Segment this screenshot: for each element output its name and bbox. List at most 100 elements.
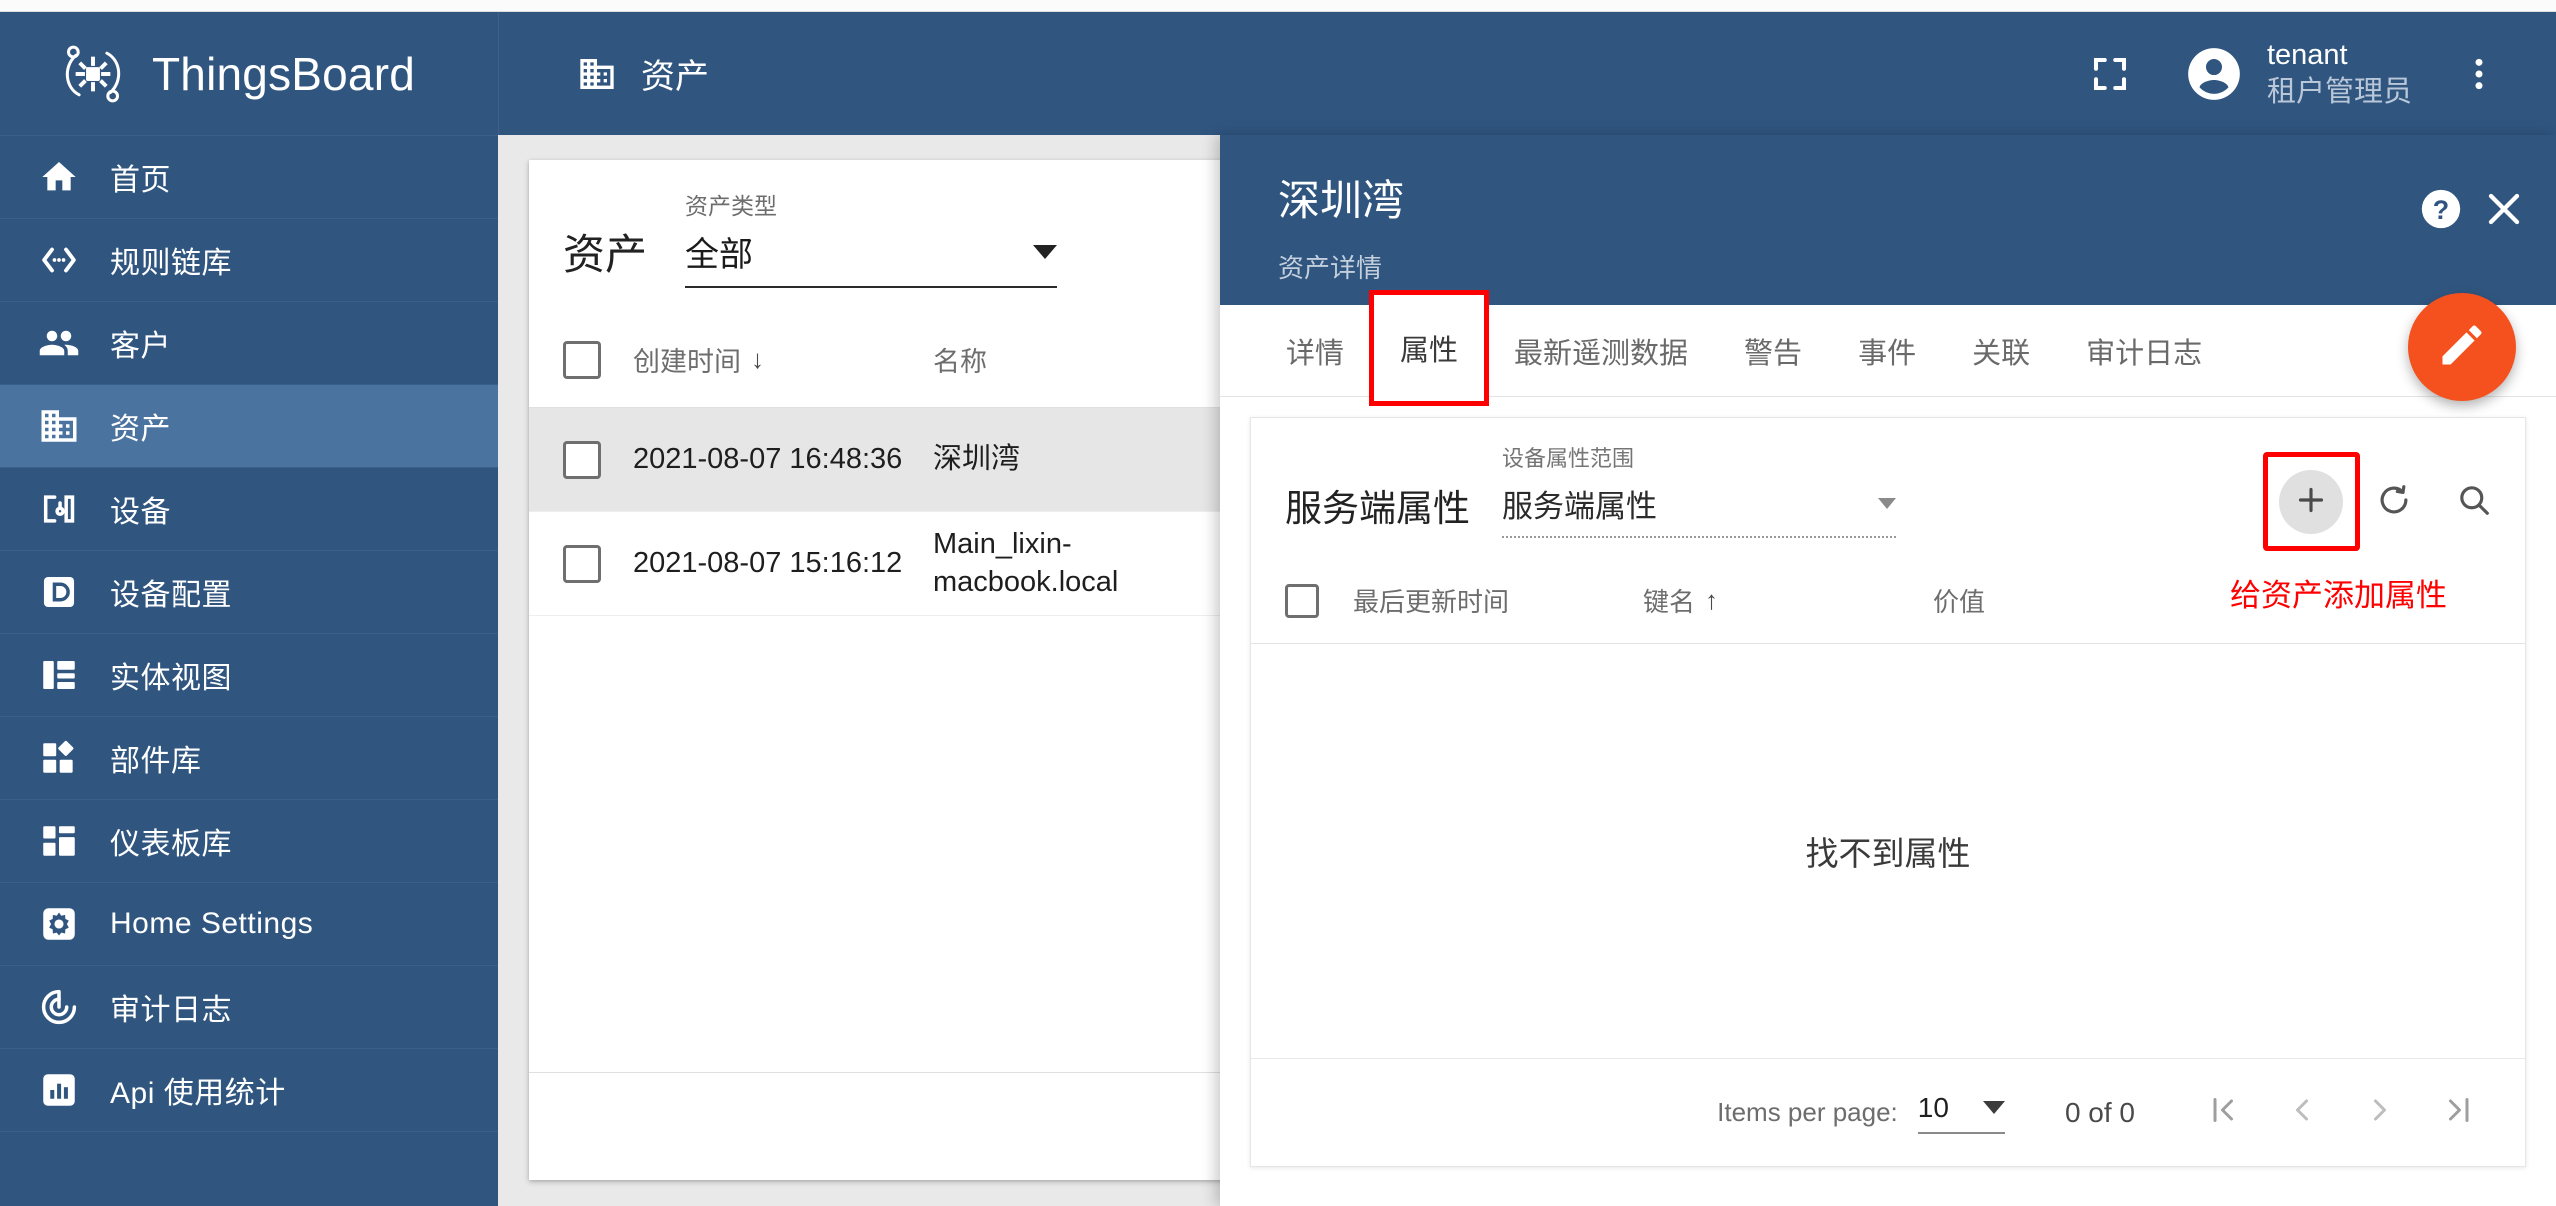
asset-type-filter[interactable]: 资产类型 全部: [685, 187, 1058, 290]
items-per-page-label: Items per page:: [1717, 1097, 1898, 1127]
add-attribute-button[interactable]: [2279, 470, 2343, 534]
tab-alarms[interactable]: 警告: [1716, 305, 1830, 397]
row-created-time: 2021-08-07 15:16:12: [633, 547, 903, 579]
svg-text:?: ?: [2433, 195, 2449, 225]
search-attributes-button[interactable]: [2445, 473, 2503, 531]
asset-list-empty-space: [529, 616, 1239, 1072]
tab-attributes[interactable]: 属性: [1369, 289, 1490, 406]
main-sidebar: ThingsBoard 首页 规则链库 客户 资产 设备 设备配置 实体视图 部…: [0, 12, 498, 1206]
tab-events[interactable]: 事件: [1830, 305, 1944, 397]
sidebar-item-label: 资产: [110, 413, 171, 446]
sidebar-item-device-profiles[interactable]: 设备配置: [0, 551, 498, 634]
page-range-label: 0 of 0: [2064, 1096, 2135, 1128]
top-toolbar: 资产 tenant 租户管理员: [498, 12, 2556, 135]
assets-icon: [575, 52, 619, 96]
row-name: Main_lixin-macbook.local: [933, 528, 1119, 598]
attribute-scope-select[interactable]: 设备属性范围 服务端属性: [1502, 441, 1896, 540]
sidebar-item-label: 仪表板库: [110, 828, 232, 861]
column-header-key[interactable]: 键名 ↑: [1643, 582, 1933, 619]
sidebar-item-customers[interactable]: 客户: [0, 302, 498, 385]
asset-list-card: 资产 资产类型 全部 创建时间 ↓ 名称 2021-08-07 16:48:36…: [529, 160, 1239, 1180]
next-page-icon: [2362, 1092, 2398, 1133]
sidebar-item-entity-views[interactable]: 实体视图: [0, 634, 498, 717]
attribute-scope-field[interactable]: 服务端属性: [1502, 481, 1896, 538]
brand-header[interactable]: ThingsBoard: [0, 12, 498, 135]
tab-details[interactable]: 详情: [1258, 305, 1372, 397]
audit-log-icon: [36, 984, 82, 1030]
sidebar-item-devices[interactable]: 设备: [0, 468, 498, 551]
column-header-value[interactable]: 价值: [1933, 582, 1985, 619]
sidebar-item-label: Api 使用统计: [110, 1077, 286, 1110]
column-header-created-time-label: 创建时间: [633, 347, 741, 377]
api-usage-icon: [36, 1067, 82, 1113]
attributes-empty-state: 找不到属性: [1805, 835, 1971, 872]
attribute-scope-value: 服务端属性: [1502, 489, 1657, 524]
row-checkbox[interactable]: [563, 440, 601, 479]
edit-asset-fab[interactable]: [2408, 293, 2516, 401]
fullscreen-icon[interactable]: [2067, 31, 2153, 117]
page-title: 资产: [575, 49, 709, 98]
sidebar-item-widget-library[interactable]: 部件库: [0, 717, 498, 800]
sidebar-item-label: 客户: [110, 330, 171, 363]
asset-type-filter-field[interactable]: 全部: [685, 227, 1058, 288]
select-all-attributes-checkbox[interactable]: [1285, 583, 1319, 618]
refresh-attributes-button[interactable]: [2365, 473, 2423, 531]
sidebar-item-home-settings[interactable]: Home Settings: [0, 883, 498, 966]
user-role: 租户管理员: [2266, 75, 2412, 108]
user-info: tenant 租户管理员: [2267, 37, 2412, 110]
close-icon[interactable]: [2478, 183, 2530, 235]
next-page-button[interactable]: [2341, 1074, 2419, 1152]
arrow-up-icon: ↑: [1705, 585, 1719, 615]
sidebar-item-api-usage[interactable]: Api 使用统计: [0, 1049, 498, 1132]
tab-latest-telemetry[interactable]: 最新遥测数据: [1486, 305, 1716, 397]
help-circle-icon[interactable]: ?: [2418, 186, 2464, 232]
column-header-key-label: 键名: [1643, 587, 1696, 617]
sidebar-item-label: 实体视图: [110, 662, 232, 695]
thingsboard-logo-icon: [56, 37, 130, 111]
items-per-page-select[interactable]: 10: [1917, 1092, 2005, 1134]
page-title-text: 资产: [641, 58, 709, 96]
table-row[interactable]: 2021-08-07 15:16:12 Main_lixin-macbook.l…: [529, 512, 1239, 616]
chevron-down-icon: [1033, 244, 1058, 259]
asset-type-filter-value: 全部: [685, 236, 754, 274]
first-page-button[interactable]: [2185, 1074, 2263, 1152]
rule-chain-icon: [36, 237, 82, 283]
last-page-button[interactable]: [2419, 1074, 2497, 1152]
window-top-strip: [0, 0, 2556, 12]
devices-icon: [36, 486, 82, 532]
column-header-created-time[interactable]: 创建时间 ↓: [633, 340, 933, 379]
tab-relations[interactable]: 关联: [1944, 305, 2058, 397]
table-row[interactable]: 2021-08-07 16:48:36 深圳湾: [529, 408, 1239, 512]
sidebar-item-label: 设备: [110, 496, 171, 529]
asset-list-footer: [529, 1072, 1239, 1180]
last-page-icon: [2440, 1092, 2476, 1133]
sidebar-item-home[interactable]: 首页: [0, 136, 498, 219]
sidebar-item-rule-chains[interactable]: 规则链库: [0, 219, 498, 302]
more-vert-icon[interactable]: [2436, 31, 2522, 117]
prev-page-button[interactable]: [2263, 1074, 2341, 1152]
user-menu[interactable]: tenant 租户管理员: [2183, 37, 2412, 110]
sidebar-nav: 首页 规则链库 客户 资产 设备 设备配置 实体视图 部件库 仪表板库 Home…: [0, 135, 498, 1132]
asset-list-title: 资产: [563, 231, 648, 278]
row-created-time: 2021-08-07 16:48:36: [633, 443, 903, 475]
first-page-icon: [2206, 1092, 2242, 1133]
asset-details-title: 深圳湾: [1278, 177, 1405, 224]
row-name: 深圳湾: [933, 442, 1021, 475]
dashboards-icon: [36, 818, 82, 864]
tab-audit-logs[interactable]: 审计日志: [2058, 305, 2230, 397]
attributes-card: 服务端属性 设备属性范围 服务端属性 给资产添加属性 最后更新时间 键名 ↑ 价…: [1250, 417, 2526, 1167]
user-name: tenant: [2266, 39, 2348, 72]
customers-icon: [36, 320, 82, 366]
sidebar-item-assets[interactable]: 资产: [0, 385, 498, 468]
row-checkbox[interactable]: [563, 544, 601, 583]
asset-type-filter-label: 资产类型: [685, 193, 778, 219]
sidebar-item-audit-log[interactable]: 审计日志: [0, 966, 498, 1049]
column-header-name[interactable]: 名称: [933, 340, 987, 379]
sidebar-item-dashboards[interactable]: 仪表板库: [0, 800, 498, 883]
attributes-actions: 给资产添加属性: [2230, 452, 2503, 613]
asset-details-header: 深圳湾 资产详情 ?: [1220, 135, 2556, 305]
asset-details-subtitle: 资产详情: [1278, 253, 1383, 283]
column-header-last-update-time[interactable]: 最后更新时间: [1353, 582, 1643, 619]
select-all-checkbox[interactable]: [563, 340, 601, 379]
chevron-down-icon: [1982, 1101, 2005, 1114]
